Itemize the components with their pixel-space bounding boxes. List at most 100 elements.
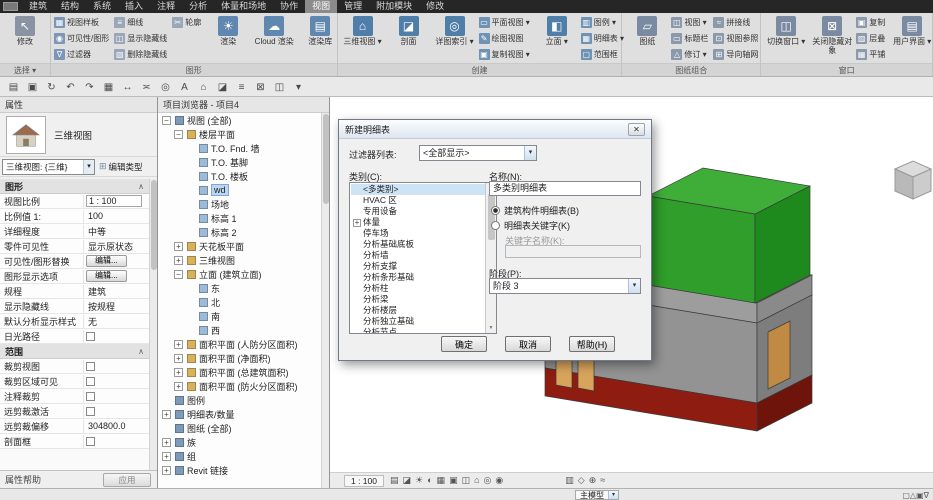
edit-button[interactable]: 编辑... — [86, 255, 127, 267]
design-options-select[interactable]: 主模型 ▾ — [575, 490, 619, 500]
render-in-cloud-button[interactable]: ☁Cloud 渲染 — [252, 14, 296, 62]
tab-插入[interactable]: 插入 — [118, 0, 150, 13]
ok-button[interactable]: 确定 — [441, 336, 487, 352]
door-side[interactable] — [768, 321, 790, 389]
revisions-button[interactable]: △修订 ▾ — [671, 46, 711, 62]
callout-button[interactable]: ◎详图索引 ▾ — [433, 14, 477, 62]
category-item-7[interactable]: 分析支撑 — [351, 261, 496, 272]
text-icon[interactable]: A — [176, 79, 193, 95]
tab-结构[interactable]: 结构 — [54, 0, 86, 13]
application-menu-icon[interactable] — [3, 2, 18, 11]
drafting-view-button[interactable]: ✎绘图视图 — [479, 30, 533, 46]
properties-scrollbar[interactable] — [149, 179, 157, 470]
help-button[interactable]: 帮助(H) — [569, 336, 615, 352]
switch-windows-qat-icon[interactable]: ◫ — [271, 79, 288, 95]
tree-item-3[interactable]: T.O. 基脚 — [158, 155, 321, 169]
plan-views-button[interactable]: ▭平面视图 ▾ — [479, 14, 533, 30]
close-inactive-icon[interactable]: ⊠ — [252, 79, 269, 95]
thin-lines-qat-icon[interactable]: ≡ — [233, 79, 250, 95]
category-item-12[interactable]: 分析独立基础 — [351, 316, 496, 327]
3d-view-qat-icon[interactable]: ⌂ — [195, 79, 212, 95]
tree-expander-icon[interactable]: + — [162, 410, 171, 419]
filters-button[interactable]: ∇过滤器 — [54, 46, 112, 62]
tree-expander-icon[interactable]: + — [174, 340, 183, 349]
tree-item-12[interactable]: 东 — [158, 281, 321, 295]
3d-view-button[interactable]: ⌂三维视图 ▾ — [341, 14, 385, 62]
tree-expander-icon[interactable]: + — [174, 256, 183, 265]
tree-item-0[interactable]: −视图 (全部) — [158, 113, 321, 127]
tree-item-18[interactable]: +面积平面 (总建筑面积) — [158, 365, 321, 379]
tree-item-20[interactable]: 图例 — [158, 393, 321, 407]
show-rendering-dialog-icon[interactable]: ▦ — [436, 474, 447, 486]
remove-hidden-lines-button[interactable]: ▧删除隐藏线 — [114, 46, 170, 62]
category-item-8[interactable]: 分析条形基础 — [351, 272, 496, 283]
tree-item-7[interactable]: 标高 1 — [158, 211, 321, 225]
title-block-button[interactable]: ▭标题栏 — [671, 30, 711, 46]
temporary-hide-isolate-icon[interactable]: ◎ — [483, 474, 493, 486]
tree-expander-icon[interactable]: + — [162, 466, 171, 475]
measure-icon[interactable]: ↔ — [119, 79, 136, 95]
roof-front-face[interactable] — [648, 196, 755, 303]
tree-expander-icon[interactable]: − — [174, 270, 183, 279]
tree-item-4[interactable]: T.O. 楼板 — [158, 169, 321, 183]
category-item-13[interactable]: 分析节点 — [351, 327, 496, 334]
property-value[interactable]: 按规程 — [86, 300, 115, 313]
category-item-11[interactable]: 分析楼层 — [351, 305, 496, 316]
reveal-hidden-elements-icon[interactable]: ◉ — [494, 474, 504, 486]
tag-icon[interactable]: ◎ — [157, 79, 174, 95]
visibility-graphics-button[interactable]: ◉可见性/图形 — [54, 30, 112, 46]
tree-expander-icon[interactable]: + — [162, 452, 171, 461]
legends-button[interactable]: ▥图例 ▾ — [581, 14, 627, 30]
name-input[interactable]: 多类别明细表 — [489, 181, 641, 196]
tree-expander-icon[interactable]: − — [162, 116, 171, 125]
dialog-close-icon[interactable]: ✕ — [628, 123, 645, 136]
print-icon[interactable]: ▦ — [100, 79, 117, 95]
scroll-down-icon[interactable]: ▼ — [489, 323, 494, 333]
detail-level-icon[interactable]: ▤ — [389, 474, 400, 486]
tree-item-23[interactable]: +族 — [158, 435, 321, 449]
scrollbar-thumb[interactable] — [488, 194, 495, 240]
tab-分析[interactable]: 分析 — [182, 0, 214, 13]
visual-style-icon[interactable]: ◪ — [402, 474, 413, 486]
property-value[interactable]: 100 — [86, 211, 103, 221]
category-list[interactable]: <多类别>HVAC 区专用设备+体量停车场分析基础底板分析墙分析支撑分析条形基础… — [349, 182, 497, 334]
tree-expander-icon[interactable]: + — [174, 242, 183, 251]
category-item-6[interactable]: 分析墙 — [351, 250, 496, 261]
edit-button[interactable]: 编辑... — [86, 270, 127, 282]
property-checkbox[interactable] — [86, 407, 95, 416]
dialog-title-bar[interactable]: 新建明细表 ✕ — [339, 120, 651, 139]
schedule-keys-radio[interactable]: 明细表关键字(K) — [491, 219, 570, 232]
place-view-button[interactable]: ◫视图 ▾ — [671, 14, 711, 30]
shadows-icon[interactable]: ◐ — [426, 474, 433, 486]
filter-list-select[interactable]: <全部显示> ▾ — [419, 145, 537, 161]
property-checkbox[interactable] — [86, 437, 95, 446]
replicate-button[interactable]: ▣复制 — [856, 14, 888, 30]
category-item-1[interactable]: HVAC 区 — [351, 195, 496, 206]
browser-scrollbar[interactable] — [321, 113, 329, 488]
show-hidden-lines-button[interactable]: ◫显示隐藏线 — [114, 30, 170, 46]
open-icon[interactable]: ▤ — [5, 79, 22, 95]
switch-windows-button[interactable]: ◫切换窗口 ▾ — [764, 14, 808, 62]
tree-item-17[interactable]: +面积平面 (净面积) — [158, 351, 321, 365]
tree-item-22[interactable]: 图纸 (全部) — [158, 421, 321, 435]
customize-qat-icon[interactable]: ▾ — [290, 79, 307, 95]
show-crop-region-icon[interactable]: ◫ — [461, 474, 472, 486]
property-checkbox[interactable] — [86, 332, 95, 341]
tab-附加模块[interactable]: 附加模块 — [369, 0, 419, 13]
sync-icon[interactable]: ↻ — [43, 79, 60, 95]
tab-协作[interactable]: 协作 — [273, 0, 305, 13]
tree-item-13[interactable]: 北 — [158, 295, 321, 309]
property-value[interactable]: 无 — [86, 315, 97, 328]
property-value[interactable]: 304800.0 — [86, 421, 126, 431]
tree-expander-icon[interactable]: + — [174, 354, 183, 363]
schedules-button[interactable]: ▦明细表 ▾ — [581, 30, 627, 46]
tab-视图[interactable]: 视图 — [305, 0, 337, 13]
tree-expander-icon[interactable]: + — [162, 438, 171, 447]
view-cube[interactable] — [889, 155, 933, 203]
property-section-header[interactable]: 图形∧ — [0, 179, 149, 194]
tree-item-10[interactable]: +三维视图 — [158, 253, 321, 267]
tile-button[interactable]: ▦平铺 — [856, 46, 888, 62]
category-item-2[interactable]: 专用设备 — [351, 206, 496, 217]
tab-建筑[interactable]: 建筑 — [22, 0, 54, 13]
undo-icon[interactable]: ↶ — [62, 79, 79, 95]
